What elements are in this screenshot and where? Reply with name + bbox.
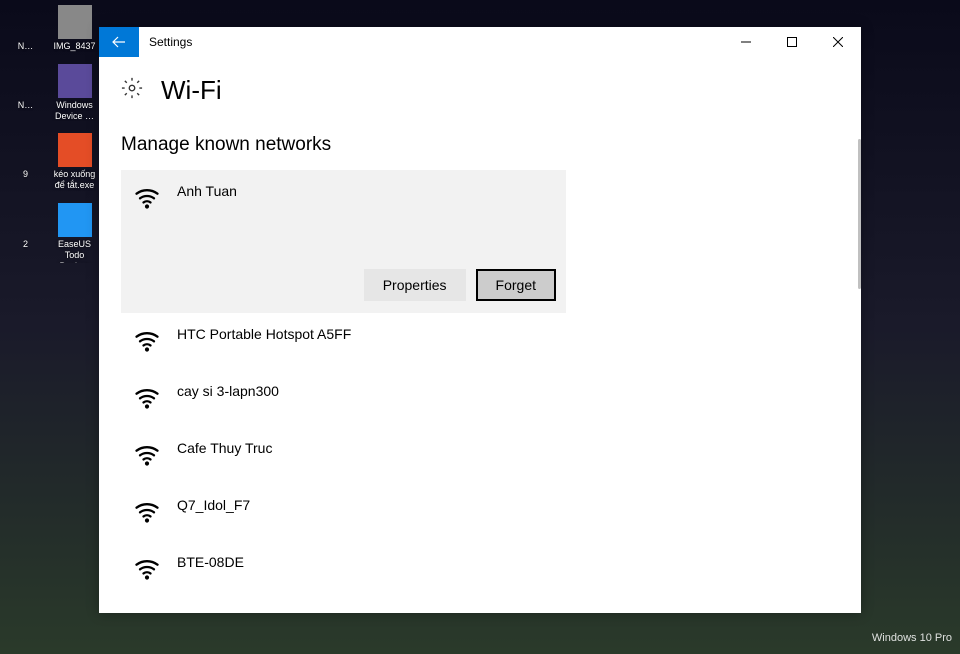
section-title: Manage known networks — [121, 134, 831, 156]
network-name: HTC Portable Hotspot A5FF — [177, 325, 351, 342]
window-title: Settings — [139, 27, 723, 57]
network-list: Anh Tuan Properties Forget HTC Portable … — [121, 170, 831, 613]
wifi-icon — [131, 382, 161, 415]
network-name: Anh Tuan — [177, 182, 237, 199]
maximize-icon — [787, 37, 797, 47]
content-pane: Wi-Fi Manage known networks — [99, 57, 861, 613]
network-item[interactable]: Q7_Idol_F7 — [121, 484, 831, 541]
network-name: cay si 3-lapn300 — [177, 382, 279, 399]
desktop-icon[interactable]: N… — [2, 64, 49, 122]
network-item[interactable]: Yolo2 — [121, 598, 831, 613]
properties-button[interactable]: Properties — [364, 269, 466, 301]
desktop-icon[interactable]: N… — [2, 5, 49, 52]
maximize-button[interactable] — [769, 27, 815, 57]
network-item[interactable]: HTC Portable Hotspot A5FF — [121, 313, 831, 370]
desktop-icon[interactable]: 2 — [2, 203, 49, 263]
settings-window: Settings Wi-Fi — [99, 27, 861, 613]
network-name: Q7_Idol_F7 — [177, 496, 250, 513]
wifi-icon — [131, 553, 161, 586]
back-button[interactable] — [99, 27, 139, 57]
minimize-button[interactable] — [723, 27, 769, 57]
wifi-icon — [131, 610, 161, 613]
window-controls — [723, 27, 861, 57]
network-item-selected[interactable]: Anh Tuan Properties Forget — [121, 170, 566, 313]
page-title: Wi-Fi — [161, 75, 222, 106]
wifi-icon — [131, 182, 161, 215]
minimize-icon — [741, 37, 751, 47]
gear-icon — [121, 77, 143, 104]
desktop-icon[interactable]: IMG_8437 — [51, 5, 98, 52]
network-item[interactable]: BTE-08DE — [121, 541, 831, 598]
network-name: BTE-08DE — [177, 553, 244, 570]
close-icon — [833, 37, 843, 47]
forget-button[interactable]: Forget — [476, 269, 556, 301]
desktop-icon[interactable]: kéo xuống để tắt.exe — [51, 133, 98, 191]
windows-watermark: Windows 10 Pro — [872, 632, 952, 644]
wifi-icon — [131, 439, 161, 472]
titlebar: Settings — [99, 27, 861, 57]
page-header: Wi-Fi — [121, 75, 831, 106]
close-button[interactable] — [815, 27, 861, 57]
network-item[interactable]: cay si 3-lapn300 — [121, 370, 831, 427]
scrollbar-thumb[interactable] — [858, 139, 861, 289]
network-name: Cafe Thuy Truc — [177, 439, 272, 456]
desktop-icon[interactable]: 9 — [2, 133, 49, 191]
desktop-icon[interactable]: EaseUS Todo Backup Fre… — [51, 203, 98, 263]
scrollbar[interactable] — [851, 57, 861, 613]
desktop-icons: N… IMG_8437 N… Windows Device … 9 kéo xu… — [0, 0, 100, 268]
network-actions: Properties Forget — [131, 269, 556, 301]
desktop-icon[interactable]: Windows Device … — [51, 64, 98, 122]
wifi-icon — [131, 496, 161, 529]
arrow-left-icon — [111, 34, 127, 50]
network-name: Yolo2 — [177, 610, 212, 613]
network-item[interactable]: Cafe Thuy Truc — [121, 427, 831, 484]
wifi-icon — [131, 325, 161, 358]
